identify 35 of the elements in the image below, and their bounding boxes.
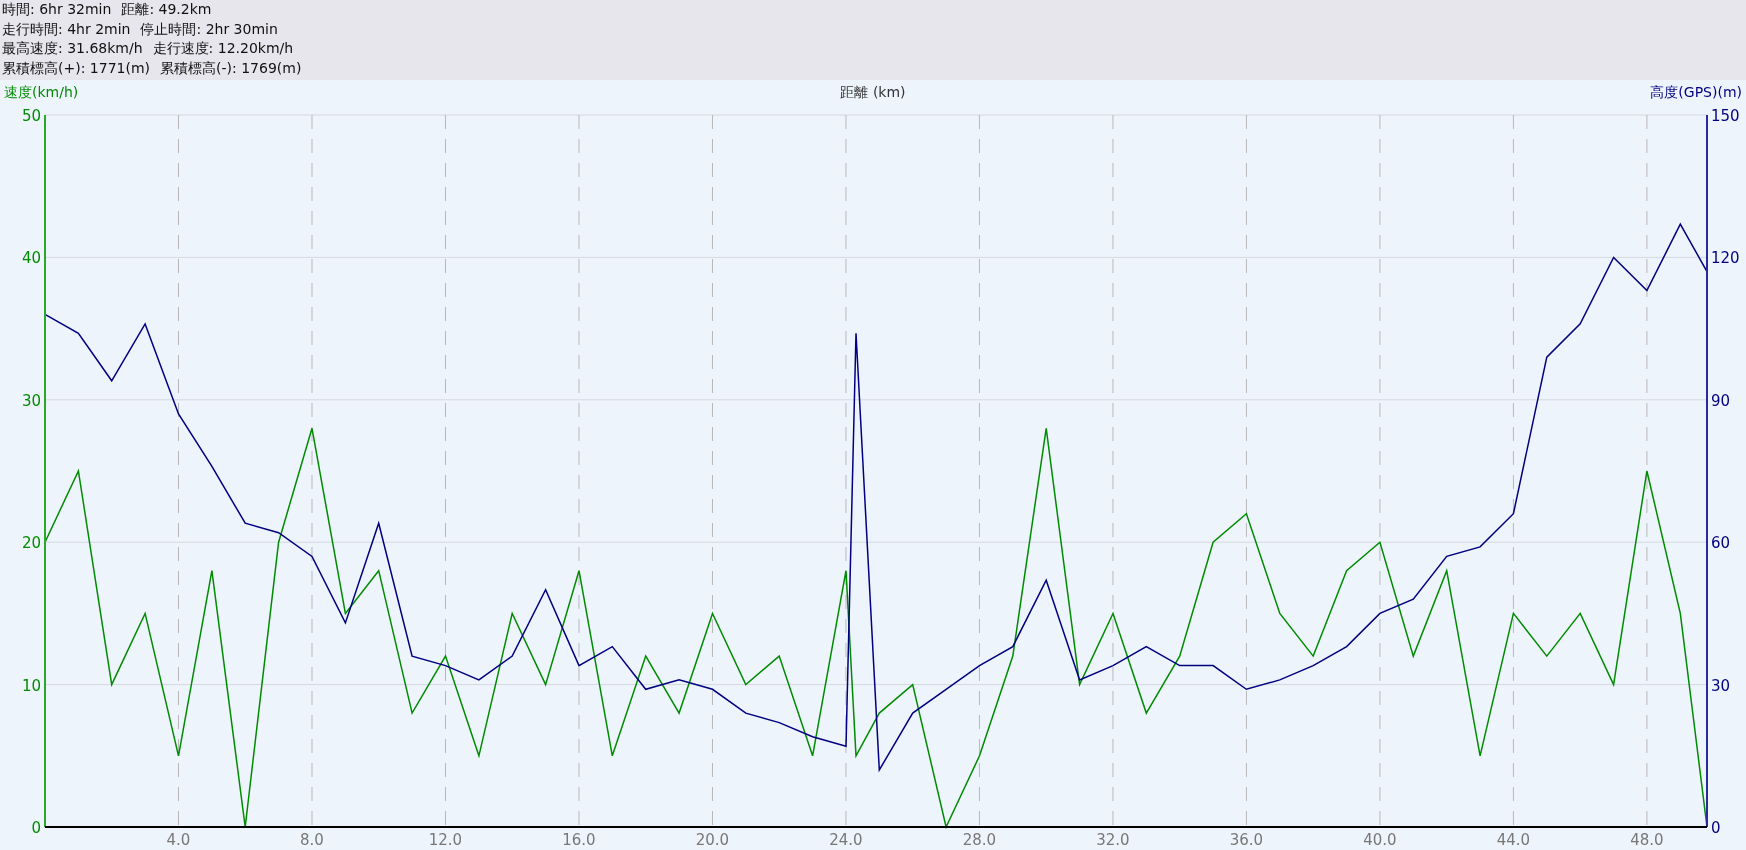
x-tick-label: 40.0 (1363, 831, 1397, 849)
y-axis-title: 速度(km/h) (4, 84, 79, 100)
y-tick-label: 20 (21, 534, 41, 553)
y-tick-label: 0 (1711, 819, 1721, 837)
x-tick-label: 20.0 (695, 831, 730, 849)
x-tick-label: 8.0 (300, 831, 324, 849)
y-tick-label: 150 (1711, 107, 1740, 125)
summary-stat: 最高速度: 31.68km/h (2, 39, 143, 58)
x-tick-label: 28.0 (962, 831, 997, 849)
summary-stat: 走行時間: 4hr 2min (2, 19, 131, 39)
y-tick-label: 90 (1711, 391, 1731, 410)
x-tick-label: 12.0 (428, 831, 463, 849)
x-tick-label: 36.0 (1229, 831, 1264, 849)
x-tick-label: 44.0 (1496, 831, 1531, 849)
y-tick-label: 40 (21, 249, 41, 268)
summary-stat: 累積標高(-): 1769(m) (160, 58, 302, 78)
y-tick-label: 30 (1711, 676, 1731, 695)
x-tick-label: 16.0 (562, 831, 596, 849)
y-tick-label: 30 (21, 391, 41, 410)
y-tick-label: 120 (1711, 249, 1740, 268)
summary-stat: 累積標高(+): 1771(m) (2, 58, 150, 78)
summary-stat: 停止時間: 2hr 30min (140, 19, 278, 39)
y-tick-label: 60 (1711, 534, 1731, 553)
x-axis-title: 距離 (km) (840, 84, 906, 100)
x-tick-label: 24.0 (829, 831, 863, 849)
y-tick-label: 0 (31, 819, 41, 837)
y-axis-title: 高度(GPS)(m) (1650, 84, 1742, 100)
summary-stat: 時間: 6hr 32min (2, 0, 112, 19)
summary-stat: 走行速度: 12.20km/h (152, 39, 294, 58)
x-tick-label: 32.0 (1096, 831, 1130, 849)
y-tick-label: 50 (21, 107, 41, 125)
y-tick-label: 10 (21, 676, 41, 695)
x-tick-label: 48.0 (1630, 831, 1664, 849)
x-tick-label: 4.0 (166, 831, 191, 849)
summary-stat: 距離: 49.2km (121, 0, 212, 19)
